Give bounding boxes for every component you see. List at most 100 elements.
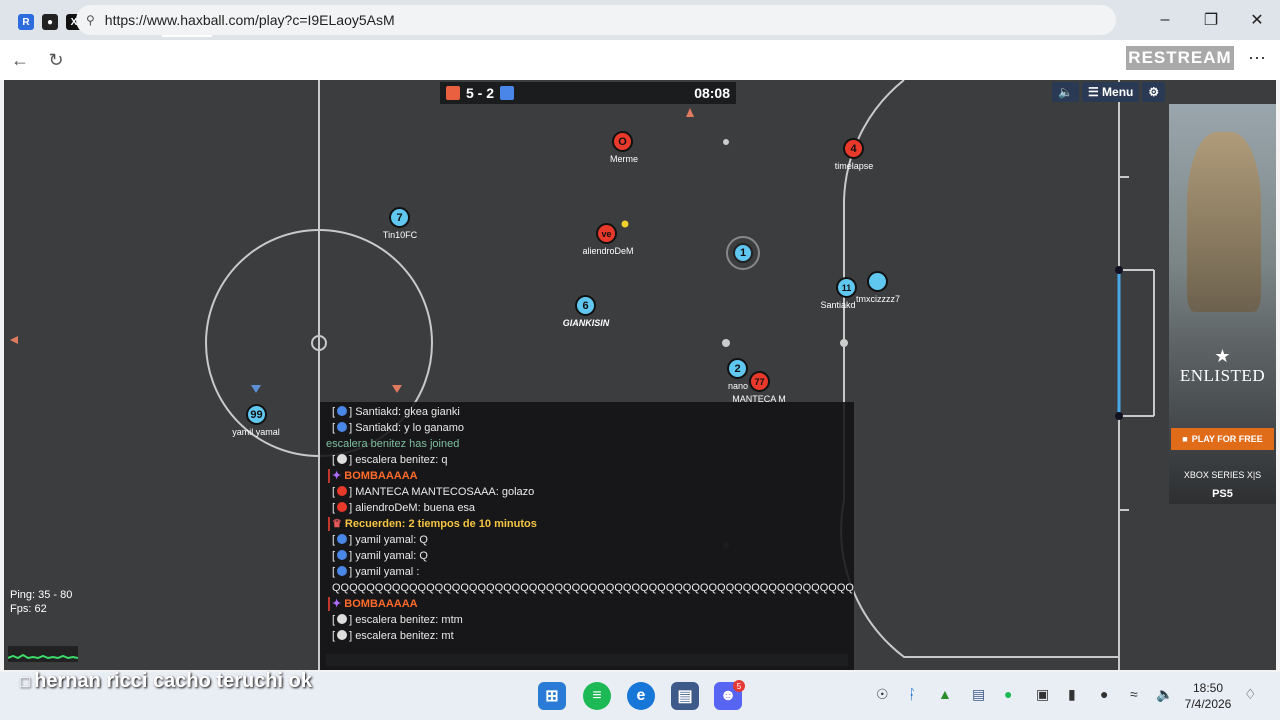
bomb-icon: ✦ [332, 470, 345, 482]
team-dot-icon [337, 630, 348, 640]
chat-user: yamil yamal [355, 550, 414, 562]
fps-graph [8, 646, 78, 662]
back-icon[interactable]: ← [2, 42, 38, 78]
team-dot-icon [337, 550, 348, 560]
star-icon: ★ [1214, 346, 1231, 366]
bluetooth-icon[interactable]: ᛛ [908, 686, 916, 702]
windows-start-icon[interactable]: ⊞ [538, 682, 566, 710]
tray-app-icon[interactable]: ☉ [876, 686, 889, 703]
chat-line: [] MANTECA MANTECOSAAA: golazo [332, 486, 535, 498]
windows-icon: ■ [1182, 434, 1188, 444]
ad-banner[interactable]: ★ ENLISTED ■ PLAY FOR FREE XBOX SERIES X|… [1169, 104, 1276, 504]
player-token: 6 [575, 295, 596, 316]
ad-cta-label: PLAY FOR FREE [1191, 434, 1263, 444]
settings-icon[interactable]: ⚙ [1142, 82, 1166, 102]
restream-watermark: RESTREAM [1126, 46, 1234, 70]
menu-button[interactable]: ☰ Menu [1081, 82, 1140, 102]
chat-user: escalera benitez [355, 454, 436, 466]
chat-input[interactable] [326, 654, 848, 666]
team-dot-icon [337, 406, 348, 416]
gamepad-icon[interactable]: ▣ [1036, 686, 1049, 703]
chat-line: [] escalera benitez: mt [332, 630, 454, 642]
save-icon[interactable]: ▤ [671, 682, 699, 710]
chat-user: MANTECA MANTECOSAAA [355, 486, 496, 498]
chat-text: : [413, 566, 420, 578]
menu-icon: ☰ [1087, 85, 1103, 99]
player-token: 2 [727, 358, 748, 379]
ad-play-button[interactable]: ■ PLAY FOR FREE [1171, 428, 1274, 450]
tray-save-icon[interactable]: ▤ [972, 686, 985, 703]
player-name: aliendroDeM [582, 246, 634, 256]
team-dot-icon [337, 566, 348, 576]
volume-icon[interactable]: 🔈 [1156, 686, 1173, 703]
player-token: 77 [749, 371, 770, 392]
chat-user: Santiakd [355, 422, 398, 434]
chat-line: ♛ Recuerden: 2 tiempos de 10 minutos [320, 516, 854, 532]
chat-line: [] yamil yamal: Q [332, 534, 428, 546]
edge-icon[interactable]: e [627, 682, 655, 710]
url-text: https://www.haxball.com/play?c=I9ELaoy5A… [104, 12, 395, 28]
usb-icon[interactable]: ▮ [1068, 686, 1076, 703]
player-name: timelapse [834, 161, 874, 171]
site-info-icon[interactable]: ⚲ [86, 13, 95, 27]
team-dot-icon [337, 534, 348, 544]
player-name: Santiakd [820, 300, 856, 310]
chat-text: : golazo [495, 486, 535, 498]
chat-panel[interactable]: [] Santiakd: gkea gianki [] Santiakd: y l… [320, 402, 854, 670]
announce-icon: ♛ [332, 518, 345, 530]
restream-icon: R [18, 14, 34, 30]
player-token: 7 [389, 207, 410, 228]
more-menu-icon[interactable]: ⋯ [1248, 48, 1266, 69]
game-canvas[interactable]: O Merme 4 timelapse 7 Tin10FC ve aliendr… [4, 80, 1276, 670]
chat-text: Recuerden: 2 tiempos de 10 minutos [344, 518, 537, 530]
notification-bell-icon[interactable]: ♢ [1244, 686, 1257, 703]
blue-team-icon [500, 86, 515, 100]
chat-text: : buena esa [417, 502, 476, 514]
player-token: O [612, 131, 633, 152]
address-row: ← ↻ [0, 40, 1280, 80]
browser-tab[interactable]: R [14, 7, 38, 37]
player-token: 99 [246, 404, 267, 425]
stream-caption: □ hernan ricci cacho teruchi ok [20, 670, 312, 693]
restore-button[interactable]: ❐ [1188, 0, 1234, 40]
score-text: 5 - 2 [466, 85, 495, 101]
ping-text: Ping: 35 - 80 [10, 589, 73, 601]
clock-time: 18:50 [1192, 681, 1224, 695]
chat-line: [] yamil yamal: Q [332, 550, 428, 562]
close-window-button[interactable]: ✕ [1234, 0, 1280, 40]
url-bar[interactable]: ⚲ https://www.haxball.com/play?c=I9ELaoy… [76, 5, 1116, 35]
tray-spotify-icon[interactable]: ● [1004, 686, 1012, 702]
chat-user: escalera benitez [355, 614, 436, 626]
chat-bubble-icon: □ [20, 674, 35, 691]
system-clock[interactable]: 18:50 7/4/2026 [1178, 680, 1238, 712]
minimize-button[interactable]: – [1142, 0, 1188, 40]
circle-icon: ● [42, 14, 58, 30]
chat-line: ✦ BOMBAAAAA [320, 468, 854, 484]
chat-line: QQQQQQQQQQQQQQQQQQQQQQQQQQQQQQQQQQQQQQQQ… [320, 580, 854, 596]
caption-text: hernan ricci cacho teruchi ok [34, 670, 312, 692]
chat-user: yamil yamal [355, 534, 414, 546]
tray-app2-icon[interactable]: ▲ [938, 686, 952, 702]
chat-text: : Q [413, 550, 428, 562]
chat-user: aliendroDeM [355, 502, 418, 514]
browser-tab[interactable]: ● [38, 7, 62, 37]
reload-icon[interactable]: ↻ [38, 42, 74, 78]
chat-text: : y lo ganamo [398, 422, 465, 434]
microphone-icon[interactable]: ● [1100, 686, 1108, 702]
sound-icon[interactable]: 🔈 [1052, 82, 1079, 102]
fps-graph-line [8, 653, 78, 660]
menu-label: Menu [1102, 85, 1134, 99]
chat-text: : q [435, 454, 448, 466]
wifi-icon[interactable]: ≈ [1130, 686, 1138, 702]
chat-line: ✦ BOMBAAAAA [320, 596, 854, 612]
player-name: yamil yamal [232, 427, 280, 437]
player-name: nano [727, 381, 749, 391]
spotify-icon[interactable]: ≡ [583, 682, 611, 710]
red-team-icon [446, 86, 460, 100]
chat-text: : gkea gianki [398, 406, 460, 418]
ad-title: ENLISTED [1179, 366, 1266, 385]
hud-buttons: 🔈 ☰ Menu ⚙ [1052, 82, 1168, 102]
player-token [867, 271, 888, 292]
ad-platform-xbox: XBOX SERIES X|S [1183, 470, 1262, 480]
chat-line: [] Santiakd: gkea gianki [332, 406, 460, 418]
